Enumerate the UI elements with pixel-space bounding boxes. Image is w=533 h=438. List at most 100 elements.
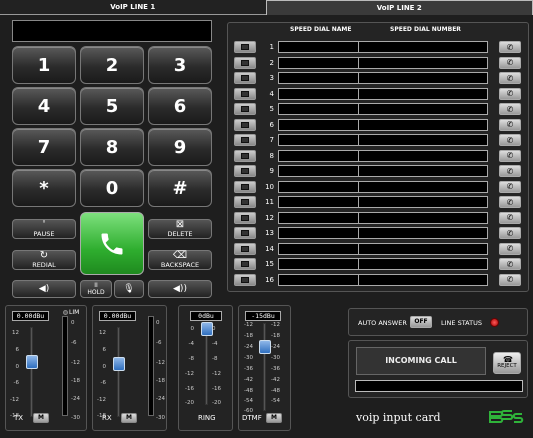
save-speed-dial-button[interactable] xyxy=(234,165,256,177)
speed-dial-number-field[interactable] xyxy=(358,41,488,53)
save-speed-dial-button[interactable] xyxy=(234,56,256,69)
speed-dial-call-button[interactable]: ✆ xyxy=(499,41,521,53)
speed-dial-call-button[interactable]: ✆ xyxy=(499,103,521,115)
speed-dial-name-header: SPEED DIAL NAME xyxy=(290,26,352,33)
rx-gain-readout[interactable]: 0.00dBu xyxy=(99,311,136,321)
tx-fader-track[interactable] xyxy=(30,327,33,417)
redial-label: REDIAL xyxy=(32,261,56,269)
save-speed-dial-button[interactable] xyxy=(234,242,256,255)
speed-dial-number-field[interactable] xyxy=(358,56,488,69)
speed-dial-call-button[interactable]: ✆ xyxy=(499,56,521,69)
speed-dial-number-field[interactable] xyxy=(358,242,488,255)
tx-scale-6: 6 xyxy=(15,347,20,353)
speed-dial-number-field[interactable] xyxy=(358,165,488,177)
dtmf-level-readout[interactable]: -15dBu xyxy=(245,311,281,321)
tab-voip-line-1[interactable]: VoIP LINE 1 xyxy=(0,0,266,15)
key-4[interactable]: 4 xyxy=(12,87,76,125)
tx-meter-0: 0 xyxy=(71,320,75,326)
key-2[interactable]: 2 xyxy=(80,46,144,84)
tx-scale-m6: -6 xyxy=(13,380,19,386)
save-speed-dial-button[interactable] xyxy=(234,41,256,53)
volume-up-button[interactable]: ◀)) xyxy=(148,280,212,298)
save-speed-dial-button[interactable] xyxy=(234,149,256,162)
key-7[interactable]: 7 xyxy=(12,128,76,166)
key-star[interactable]: * xyxy=(12,169,76,207)
ring-scale-rm16: -16 xyxy=(212,386,221,392)
rx-mute-button[interactable]: M xyxy=(121,413,137,423)
delete-button[interactable]: ⊠ DELETE xyxy=(148,219,212,239)
key-5[interactable]: 5 xyxy=(80,87,144,125)
incoming-call-indicator[interactable]: INCOMING CALL xyxy=(356,347,486,375)
save-speed-dial-button[interactable] xyxy=(234,227,256,239)
dial-number-display[interactable] xyxy=(12,20,212,42)
speed-dial-call-button[interactable]: ✆ xyxy=(499,211,521,224)
tx-mute-button[interactable]: M xyxy=(33,413,49,423)
redial-button[interactable]: ↻ REDIAL xyxy=(12,250,76,270)
dtmf-scale-m36: -36 xyxy=(244,366,253,372)
ring-level-readout[interactable]: 0dBu xyxy=(190,311,222,321)
speed-dial-number-field[interactable] xyxy=(358,227,488,239)
save-speed-dial-button[interactable] xyxy=(234,211,256,224)
save-speed-dial-button[interactable] xyxy=(234,180,256,193)
speed-dial-call-button[interactable]: ✆ xyxy=(499,118,521,131)
save-speed-dial-button[interactable] xyxy=(234,273,256,286)
backspace-button[interactable]: ⌫ BACKSPACE xyxy=(148,250,212,270)
key-hash[interactable]: # xyxy=(148,169,212,207)
key-0[interactable]: 0 xyxy=(80,169,144,207)
key-1[interactable]: 1 xyxy=(12,46,76,84)
tx-meter-m12: -12 xyxy=(71,360,80,366)
speed-dial-number-field[interactable] xyxy=(358,180,488,193)
mic-mute-button[interactable]: 🎙 xyxy=(114,280,144,298)
speed-dial-call-button[interactable]: ✆ xyxy=(499,149,521,162)
speed-dial-index: 9 xyxy=(269,167,274,175)
speed-dial-number-field[interactable] xyxy=(358,118,488,131)
speed-dial-call-button[interactable]: ✆ xyxy=(499,72,521,84)
save-speed-dial-button[interactable] xyxy=(234,258,256,270)
reject-button[interactable]: ☎ REJECT xyxy=(493,352,521,374)
tx-fader-thumb[interactable] xyxy=(26,355,38,369)
speed-dial-call-button[interactable]: ✆ xyxy=(499,134,521,146)
key-3[interactable]: 3 xyxy=(148,46,212,84)
speed-dial-number-field[interactable] xyxy=(358,258,488,270)
rx-fader-thumb[interactable] xyxy=(113,357,125,371)
speed-dial-number-field[interactable] xyxy=(358,134,488,146)
save-speed-dial-button[interactable] xyxy=(234,134,256,146)
speed-dial-call-button[interactable]: ✆ xyxy=(499,180,521,193)
save-speed-dial-button[interactable] xyxy=(234,103,256,115)
volume-down-button[interactable]: ◀) xyxy=(12,280,76,298)
speed-dial-call-button[interactable]: ✆ xyxy=(499,242,521,255)
key-9[interactable]: 9 xyxy=(148,128,212,166)
dtmf-fader-track[interactable] xyxy=(263,323,266,411)
speed-dial-call-button[interactable]: ✆ xyxy=(499,258,521,270)
pause-button[interactable]: ' PAUSE xyxy=(12,219,76,239)
speed-dial-call-button[interactable]: ✆ xyxy=(499,165,521,177)
speed-dial-row: 4 ✆ xyxy=(234,87,524,101)
save-speed-dial-button[interactable] xyxy=(234,118,256,131)
save-speed-dial-button[interactable] xyxy=(234,196,256,208)
speed-dial-number-field[interactable] xyxy=(358,211,488,224)
dtmf-fader-thumb[interactable] xyxy=(259,340,271,354)
rx-fader-track[interactable] xyxy=(117,327,120,417)
speed-dial-number-field[interactable] xyxy=(358,196,488,208)
dtmf-mute-button[interactable]: M xyxy=(266,413,282,423)
speed-dial-number-field[interactable] xyxy=(358,103,488,115)
speed-dial-call-button[interactable]: ✆ xyxy=(499,227,521,239)
tab-voip-line-2[interactable]: VoIP LINE 2 xyxy=(265,0,533,15)
tx-gain-readout[interactable]: 0.00dBu xyxy=(12,311,49,321)
speed-dial-number-field[interactable] xyxy=(358,149,488,162)
auto-answer-toggle[interactable]: OFF xyxy=(410,316,432,328)
key-8[interactable]: 8 xyxy=(80,128,144,166)
call-button[interactable] xyxy=(80,212,144,275)
save-speed-dial-button[interactable] xyxy=(234,72,256,84)
save-speed-dial-button[interactable] xyxy=(234,87,256,100)
speed-dial-call-button[interactable]: ✆ xyxy=(499,196,521,208)
key-6[interactable]: 6 xyxy=(148,87,212,125)
speed-dial-row: 3 ✆ xyxy=(234,72,524,85)
speed-dial-call-button[interactable]: ✆ xyxy=(499,87,521,100)
speed-dial-number-field[interactable] xyxy=(358,273,488,286)
hold-button[interactable]: II HOLD xyxy=(80,280,112,298)
speed-dial-number-field[interactable] xyxy=(358,87,488,100)
speed-dial-number-field[interactable] xyxy=(358,72,488,84)
phone-icon: ✆ xyxy=(506,259,514,269)
speed-dial-call-button[interactable]: ✆ xyxy=(499,273,521,286)
